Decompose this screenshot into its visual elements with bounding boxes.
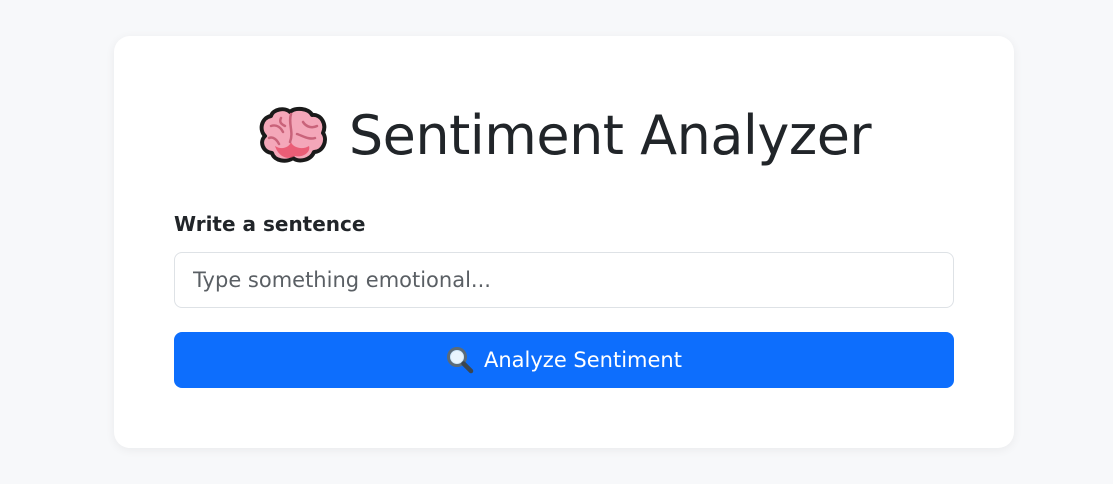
header: Sentiment Analyzer <box>114 106 1014 166</box>
sentence-label: Write a sentence <box>174 212 366 236</box>
analyze-sentiment-button[interactable]: Analyze Sentiment <box>174 332 954 388</box>
search-icon <box>447 347 474 374</box>
brain-icon <box>259 106 327 163</box>
sentence-input[interactable] <box>174 252 954 308</box>
analyzer-card: Sentiment Analyzer Write a sentence Anal… <box>114 36 1014 448</box>
page-title: Sentiment Analyzer <box>348 104 872 167</box>
analyze-button-label: Analyze Sentiment <box>484 348 682 372</box>
